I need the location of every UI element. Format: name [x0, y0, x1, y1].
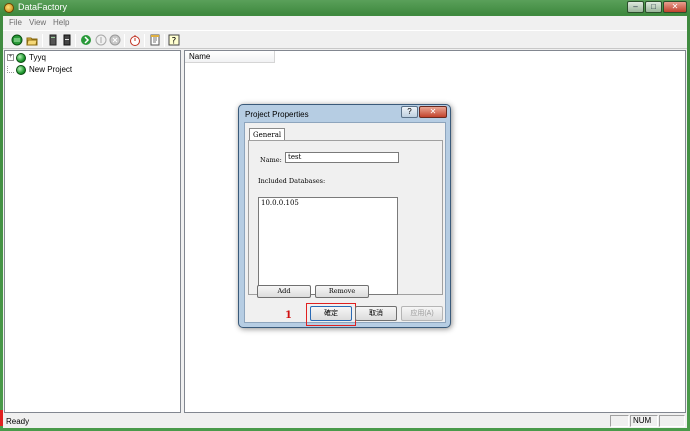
menu-view[interactable]: View: [29, 18, 46, 27]
database-icon[interactable]: [61, 34, 73, 46]
stop-icon[interactable]: [109, 34, 121, 46]
column-header-name[interactable]: Name: [185, 51, 275, 63]
dialog-help-button[interactable]: ?: [401, 106, 418, 118]
project-globe-icon: [16, 52, 26, 63]
tree-item-label: Tyyq: [29, 53, 46, 62]
pause-icon[interactable]: [95, 34, 107, 46]
dialog-body: General Name: test Included Databases: 1…: [244, 122, 446, 326]
toolbar-separator: [75, 34, 76, 47]
server-icon[interactable]: [47, 34, 59, 46]
add-button[interactable]: Add: [257, 285, 311, 298]
status-num: NUM: [630, 415, 658, 427]
dialog-title: Project Properties: [245, 110, 309, 119]
cancel-button[interactable]: 取消: [355, 306, 397, 321]
status-pane-empty: [659, 415, 685, 427]
open-icon[interactable]: [26, 34, 38, 46]
ok-button[interactable]: 確定: [310, 306, 352, 321]
run-icon[interactable]: [80, 34, 92, 46]
list-item[interactable]: 10.0.0.105: [261, 199, 395, 207]
annotation-marker: [0, 410, 3, 426]
new-project-icon[interactable]: [11, 34, 23, 46]
maximize-button[interactable]: □: [645, 1, 662, 13]
help-icon[interactable]: ?: [168, 34, 180, 47]
status-text: Ready: [6, 417, 30, 426]
toolbar-separator: [124, 34, 125, 47]
menu-file[interactable]: File: [9, 18, 22, 27]
step-annotation: 1: [285, 310, 292, 321]
properties-icon[interactable]: [149, 34, 161, 46]
window-controls: – □ ✕: [627, 1, 687, 13]
dialog-close-button[interactable]: ✕: [419, 106, 447, 118]
title-bar[interactable]: DataFactory – □ ✕: [0, 0, 690, 16]
project-tree[interactable]: + Tyyq New Project: [4, 50, 181, 413]
close-button[interactable]: ✕: [663, 1, 687, 13]
tree-connector: [7, 66, 14, 73]
menu-help[interactable]: Help: [53, 18, 69, 27]
apply-button: 应用(A): [401, 306, 443, 321]
name-label: Name:: [260, 156, 282, 164]
databases-list[interactable]: 10.0.0.105: [258, 197, 398, 295]
expand-icon[interactable]: +: [7, 54, 14, 61]
general-tab-panel: Name: test Included Databases: 10.0.0.10…: [248, 140, 443, 295]
status-bar: Ready NUM: [3, 414, 687, 428]
minimize-button[interactable]: –: [627, 1, 644, 13]
project-properties-dialog: Project Properties ? ✕ General Name: tes…: [238, 104, 451, 328]
tree-item-tyyq[interactable]: + Tyyq: [7, 52, 46, 63]
app-icon: [4, 3, 14, 13]
window-title: DataFactory: [18, 2, 68, 12]
databases-label: Included Databases:: [258, 177, 326, 185]
tree-item-new-project[interactable]: New Project: [7, 64, 72, 75]
svg-text:?: ?: [172, 37, 177, 47]
name-field[interactable]: test: [285, 152, 399, 163]
toolbar-separator: [42, 34, 43, 47]
status-pane-empty: [610, 415, 629, 427]
menu-bar: File View Help: [3, 16, 687, 30]
tree-item-label: New Project: [29, 65, 73, 74]
toolbar-separator: [144, 34, 145, 47]
remove-button[interactable]: Remove: [315, 285, 369, 298]
project-globe-icon: [16, 64, 26, 75]
toolbar: ?: [3, 30, 687, 49]
toolbar-separator: [164, 34, 165, 47]
app-window: DataFactory – □ ✕ File View Help ? + Tyy…: [0, 0, 690, 431]
timer-icon[interactable]: [129, 34, 141, 46]
